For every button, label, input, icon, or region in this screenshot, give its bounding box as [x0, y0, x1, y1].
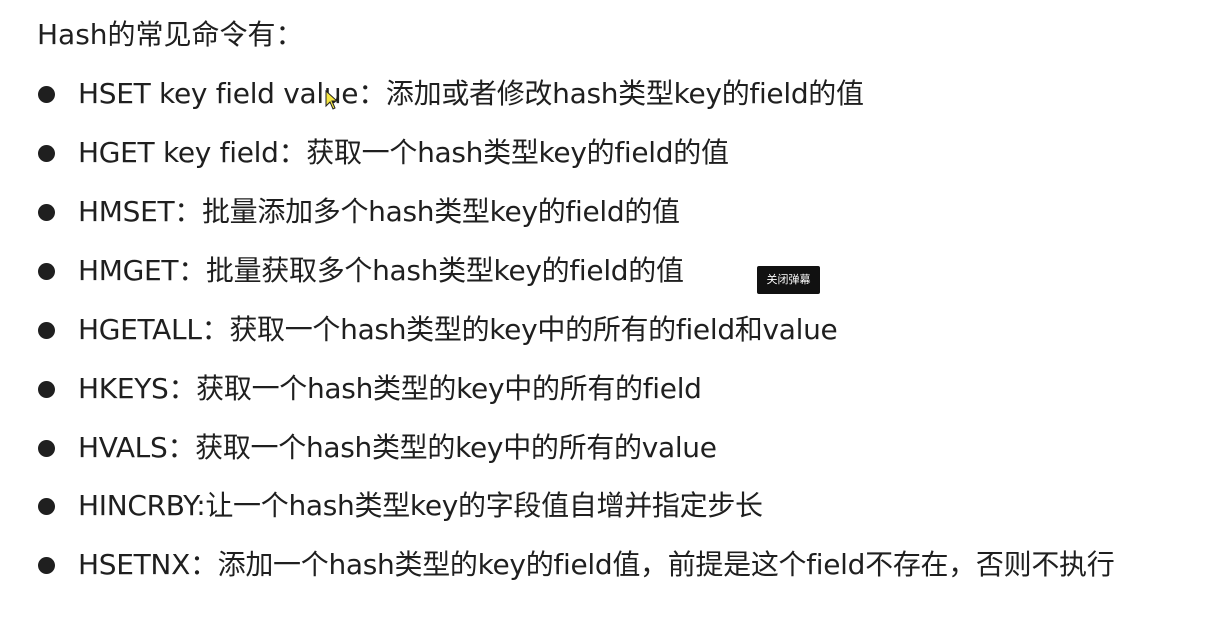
command-text: HINCRBY:让一个hash类型key的字段值自增并指定步长 [78, 489, 763, 522]
list-item: HGETALL：获取一个hash类型的key中的所有的field和value [38, 310, 838, 350]
list-item: HMSET：批量添加多个hash类型key的field的值 [38, 192, 680, 232]
bullet-icon [38, 497, 55, 515]
bullet-icon [38, 85, 55, 103]
list-item: HMGET：批量获取多个hash类型key的field的值 [38, 251, 684, 291]
bullet-icon [38, 203, 55, 221]
bullet-icon [38, 380, 55, 398]
bullet-icon [38, 439, 55, 457]
list-item: HKEYS：获取一个hash类型的key中的所有的field [38, 369, 702, 409]
close-danmaku-button[interactable]: 关闭弹幕 [757, 266, 820, 294]
list-item: HINCRBY:让一个hash类型key的字段值自增并指定步长 [38, 486, 763, 526]
command-text: HGET key field：获取一个hash类型key的field的值 [78, 136, 729, 169]
list-item: HSETNX：添加一个hash类型的key的field值，前提是这个field不… [38, 545, 1115, 585]
list-item: HVALS：获取一个hash类型的key中的所有的value [38, 428, 717, 468]
command-text: HMSET：批量添加多个hash类型key的field的值 [78, 195, 680, 228]
bullet-icon [38, 556, 55, 574]
page-title: Hash的常见命令有： [37, 18, 304, 51]
bullet-icon [38, 321, 55, 339]
command-text: HSETNX：添加一个hash类型的key的field值，前提是这个field不… [78, 548, 1115, 581]
command-text: HVALS：获取一个hash类型的key中的所有的value [78, 431, 717, 464]
bullet-icon [38, 144, 55, 162]
command-text: HMGET：批量获取多个hash类型key的field的值 [78, 254, 684, 287]
bullet-icon [38, 262, 55, 280]
list-item: HSET key field value：添加或者修改hash类型key的fie… [38, 74, 864, 114]
command-text: HGETALL：获取一个hash类型的key中的所有的field和value [78, 313, 838, 346]
command-text: HSET key field value：添加或者修改hash类型key的fie… [78, 77, 864, 110]
command-text: HKEYS：获取一个hash类型的key中的所有的field [78, 372, 702, 405]
mouse-pointer-icon [325, 90, 339, 110]
list-item: HGET key field：获取一个hash类型key的field的值 [38, 133, 729, 173]
